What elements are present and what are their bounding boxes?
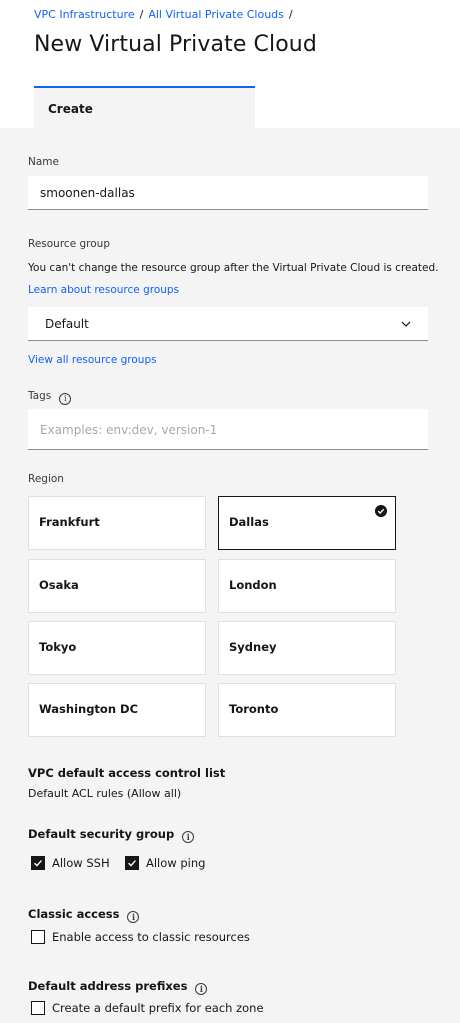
acl-title: VPC default access control list xyxy=(28,766,226,780)
security-group-title-text: Default security group xyxy=(28,827,175,841)
region-tile-frankfurt[interactable]: Frankfurt xyxy=(28,496,206,550)
resource-group-selected: Default xyxy=(45,317,89,331)
resource-group-label: Resource group xyxy=(28,238,110,250)
chevron-down-icon xyxy=(401,321,411,327)
view-all-resource-groups-link[interactable]: View all resource groups xyxy=(28,354,157,366)
region-label: Region xyxy=(28,473,64,485)
allow-ssh-checkbox[interactable] xyxy=(31,856,45,870)
learn-resource-groups-link[interactable]: Learn about resource groups xyxy=(28,284,179,296)
resource-group-note: You can't change the resource group afte… xyxy=(28,262,439,274)
info-icon[interactable]: i xyxy=(195,983,208,995)
info-icon[interactable]: i xyxy=(127,911,140,923)
address-prefixes-title: Default address prefixes i xyxy=(28,979,208,995)
region-tile-label: Toronto xyxy=(229,702,279,716)
page-header: VPC Infrastructure / All Virtual Private C… xyxy=(0,0,460,128)
breadcrumb: VPC Infrastructure / All Virtual Private C… xyxy=(34,8,298,21)
region-tile-washington-dc[interactable]: Washington DC xyxy=(28,683,206,737)
tab-create[interactable]: Create xyxy=(34,86,255,128)
breadcrumb-vpc-infrastructure[interactable]: VPC Infrastructure xyxy=(34,8,135,21)
page-title: New Virtual Private Cloud xyxy=(34,32,317,57)
name-label: Name xyxy=(28,156,59,168)
tags-placeholder: Examples: env:dev, version-1 xyxy=(40,423,218,437)
region-tile-label: London xyxy=(229,578,277,592)
classic-access-title: Classic access i xyxy=(28,907,140,923)
info-icon[interactable]: i xyxy=(182,831,195,843)
allow-ping-label: Allow ping xyxy=(146,856,206,870)
region-tile-osaka[interactable]: Osaka xyxy=(28,559,206,613)
region-tile-label: Washington DC xyxy=(39,702,139,716)
address-prefixes-checkbox[interactable] xyxy=(31,1001,45,1015)
name-input-value: smoonen-dallas xyxy=(40,186,135,200)
address-prefixes-title-text: Default address prefixes xyxy=(28,979,188,993)
breadcrumb-separator: / xyxy=(139,8,144,21)
address-prefixes-label: Create a default prefix for each zone xyxy=(52,1001,264,1015)
tags-input[interactable]: Examples: env:dev, version-1 xyxy=(28,409,428,450)
region-tile-sydney[interactable]: Sydney xyxy=(218,621,396,675)
tags-label: Tags i xyxy=(28,390,72,405)
region-tile-label: Frankfurt xyxy=(39,515,100,529)
classic-access-checkbox[interactable] xyxy=(31,930,45,944)
tags-label-text: Tags xyxy=(28,390,52,402)
acl-value: Default ACL rules (Allow all) xyxy=(28,787,182,800)
allow-ping-checkbox[interactable] xyxy=(125,856,139,870)
name-input[interactable]: smoonen-dallas xyxy=(28,176,428,210)
resource-group-select[interactable]: Default xyxy=(28,307,428,341)
checkmark-icon xyxy=(375,505,387,517)
region-tile-london[interactable]: London xyxy=(218,559,396,613)
region-tile-label: Tokyo xyxy=(39,640,77,654)
classic-access-label: Enable access to classic resources xyxy=(52,930,250,944)
security-group-title: Default security group i xyxy=(28,827,195,843)
breadcrumb-all-vpcs[interactable]: All Virtual Private Clouds xyxy=(148,8,284,21)
region-tile-label: Osaka xyxy=(39,578,79,592)
region-tile-tokyo[interactable]: Tokyo xyxy=(28,621,206,675)
breadcrumb-separator: / xyxy=(288,8,293,21)
region-tile-dallas[interactable]: Dallas xyxy=(218,496,396,550)
allow-ssh-label: Allow SSH xyxy=(52,856,110,870)
region-tile-label: Dallas xyxy=(229,515,269,529)
classic-access-title-text: Classic access xyxy=(28,907,120,921)
info-icon[interactable]: i xyxy=(59,393,72,405)
region-tile-toronto[interactable]: Toronto xyxy=(218,683,396,737)
region-tile-label: Sydney xyxy=(229,640,277,654)
tab-create-label: Create xyxy=(48,102,93,116)
